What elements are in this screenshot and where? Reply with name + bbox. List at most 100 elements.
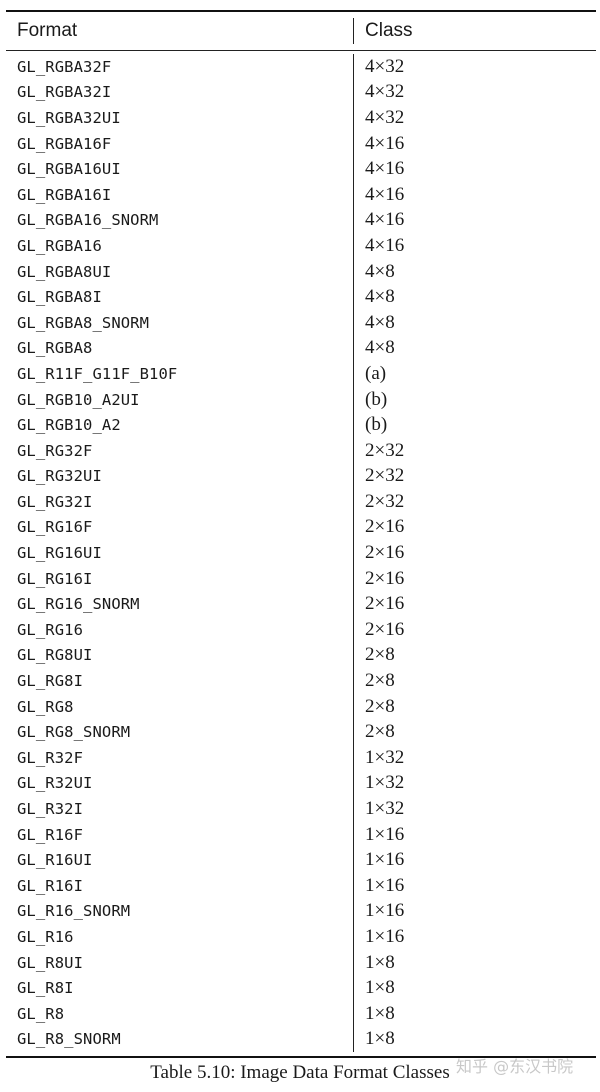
- table-row: GL_R8I 1×8: [6, 975, 596, 1001]
- format-cell: GL_R32UI: [17, 774, 93, 793]
- table-row: GL_R16UI 1×16: [6, 847, 596, 873]
- table-row: GL_R16 1×16: [6, 924, 596, 950]
- class-cell: 4×8: [353, 284, 596, 310]
- table-row: GL_RGBA8_SNORM 4×8: [6, 309, 596, 336]
- class-cell: 2×16: [353, 617, 596, 643]
- format-cell: GL_R16F: [17, 825, 84, 844]
- class-cell: 2×16: [353, 514, 596, 541]
- format-cell: GL_RGBA16: [17, 236, 102, 255]
- table-row: GL_RGBA16I 4×16: [6, 181, 596, 208]
- format-cell: GL_RG32UI: [17, 467, 102, 486]
- table-row: GL_RGBA8 4×8: [6, 335, 596, 362]
- format-cell: GL_R32F: [17, 748, 84, 767]
- format-cell: GL_RGBA8I: [17, 288, 102, 307]
- format-cell: GL_RG16: [17, 620, 84, 639]
- table-row: GL_R32F 1×32: [6, 745, 596, 771]
- format-cell: GL_R8I: [17, 979, 74, 998]
- table-row: GL_RG8 2×8: [6, 693, 596, 720]
- format-cell: GL_R11F_G11F_B10F: [17, 364, 178, 383]
- table-row: GL_RG8UI 2×8: [6, 642, 596, 669]
- format-cell: GL_RGBA8UI: [17, 262, 112, 281]
- class-cell: 4×8: [353, 309, 596, 336]
- format-cell: GL_RGBA32I: [17, 83, 112, 102]
- class-cell: 1×32: [353, 745, 596, 771]
- format-cell: GL_RG16F: [17, 518, 93, 537]
- class-cell: 2×16: [353, 591, 596, 618]
- class-cell: 2×16: [353, 565, 596, 592]
- format-cell: GL_RGBA8_SNORM: [17, 313, 150, 332]
- class-cell: 1×32: [353, 770, 596, 797]
- format-cell: GL_RG32I: [17, 492, 93, 511]
- table-row: GL_RGB10_A2 (b): [6, 412, 596, 438]
- table-row: GL_R8 1×8: [6, 1000, 596, 1027]
- class-cell: 1×8: [353, 1026, 596, 1053]
- table-row: GL_R32I 1×32: [6, 796, 596, 822]
- class-cell: 1×32: [353, 796, 596, 822]
- table-row: GL_RGBA16UI 4×16: [6, 156, 596, 182]
- class-cell: 1×8: [353, 1000, 596, 1027]
- table-row: GL_RGBA32F 4×32: [6, 54, 596, 80]
- format-cell: GL_R8_SNORM: [17, 1030, 121, 1049]
- table-row: GL_RG16UI 2×16: [6, 540, 596, 566]
- format-cell: GL_RGBA8: [17, 339, 93, 358]
- class-cell: 1×16: [353, 847, 596, 873]
- class-cell: (a): [353, 361, 596, 387]
- class-cell: 2×8: [353, 693, 596, 720]
- format-cell: GL_RGBA32F: [17, 57, 112, 76]
- format-cell: GL_RGB10_A2UI: [17, 390, 140, 409]
- format-cell: GL_RGBA16_SNORM: [17, 211, 159, 230]
- header-class: Class: [353, 18, 596, 44]
- format-cell: GL_RGB10_A2: [17, 416, 121, 435]
- class-cell: 2×32: [353, 489, 596, 515]
- class-cell: 4×16: [353, 156, 596, 182]
- table-row: GL_RG16F 2×16: [6, 514, 596, 541]
- table-body: GL_RGBA32F 4×32 GL_RGBA32I 4×32 GL_RGBA32UI 4…: [6, 51, 596, 1056]
- class-cell: 4×32: [353, 105, 596, 131]
- table-row: GL_R8UI 1×8: [6, 949, 596, 976]
- table-row: GL_RGBA32I 4×32: [6, 79, 596, 106]
- class-cell: 2×32: [353, 437, 596, 464]
- format-cell: GL_R16UI: [17, 851, 93, 870]
- table-row: GL_R11F_G11F_B10F (a): [6, 361, 596, 387]
- header-format: Format: [17, 20, 78, 41]
- format-cell: GL_RG32F: [17, 441, 93, 460]
- table-row: GL_RGBA8I 4×8: [6, 284, 596, 310]
- format-cell: GL_RG8: [17, 697, 74, 716]
- class-cell: 1×16: [353, 821, 596, 848]
- class-cell: 4×16: [353, 233, 596, 259]
- header-row: Format Class: [6, 12, 596, 50]
- format-cell: GL_RGBA16F: [17, 134, 112, 153]
- format-cell: GL_RGBA16I: [17, 185, 112, 204]
- format-cell: GL_RG8I: [17, 672, 84, 691]
- class-cell: 4×16: [353, 207, 596, 234]
- class-cell: (b): [353, 412, 596, 438]
- format-cell: GL_RGBA16UI: [17, 160, 121, 179]
- table-row: GL_RG16I 2×16: [6, 565, 596, 592]
- class-cell: 2×8: [353, 668, 596, 694]
- class-cell: 4×16: [353, 130, 596, 157]
- class-cell: 2×8: [353, 642, 596, 669]
- class-cell: 1×16: [353, 898, 596, 925]
- format-cell: GL_RG16UI: [17, 544, 102, 563]
- table-row: GL_RGBA16_SNORM 4×16: [6, 207, 596, 234]
- table-row: GL_RG16 2×16: [6, 617, 596, 643]
- table-row: GL_RG32UI 2×32: [6, 463, 596, 490]
- format-cell: GL_RGBA32UI: [17, 108, 121, 127]
- format-cell: GL_R16: [17, 927, 74, 946]
- table-row: GL_RGBA8UI 4×8: [6, 258, 596, 285]
- table-row: GL_RG8I 2×8: [6, 668, 596, 694]
- format-cell: GL_RG16_SNORM: [17, 595, 140, 614]
- class-cell: 2×16: [353, 540, 596, 566]
- table-row: GL_RG8_SNORM 2×8: [6, 719, 596, 746]
- class-cell: 1×16: [353, 924, 596, 950]
- table-row: GL_R32UI 1×32: [6, 770, 596, 797]
- class-cell: (b): [353, 386, 596, 413]
- class-cell: 4×32: [353, 79, 596, 106]
- class-cell: 1×8: [353, 975, 596, 1001]
- format-cell: GL_RG8UI: [17, 646, 93, 665]
- format-cell: GL_R16I: [17, 876, 84, 895]
- table-row: GL_RGBA16F 4×16: [6, 130, 596, 157]
- table-row: GL_RG32I 2×32: [6, 489, 596, 515]
- class-cell: 1×16: [353, 873, 596, 899]
- class-cell: 2×8: [353, 719, 596, 746]
